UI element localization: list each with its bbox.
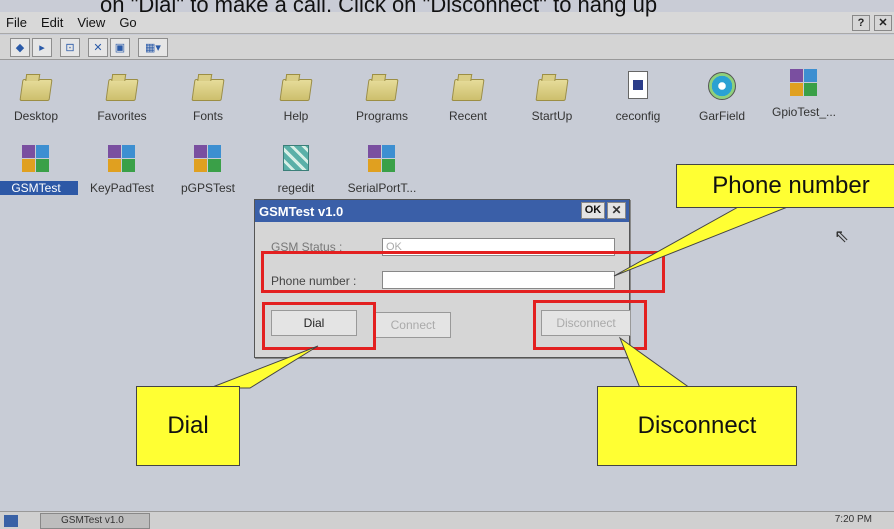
taskbar-clock: 7:20 PM	[834, 514, 872, 525]
icon-label: KeyPadTest	[89, 181, 155, 195]
application-icon	[787, 67, 821, 99]
desktop-item-gsmtest[interactable]: GSMTest	[0, 143, 78, 195]
document-icon	[621, 71, 655, 103]
icon-label: GpioTest_...	[771, 105, 837, 119]
disc-app-icon	[705, 71, 739, 103]
application-icon	[365, 143, 399, 175]
icon-label: ceconfig	[615, 109, 661, 123]
forward-icon[interactable]: ▸	[32, 37, 52, 57]
icon-label: Fonts	[192, 109, 223, 123]
application-icon	[19, 143, 53, 175]
icon-label: Favorites	[97, 109, 147, 123]
menu-edit[interactable]: Edit	[41, 15, 63, 30]
folder-icon	[105, 71, 139, 103]
icon-label: GarField	[698, 109, 745, 123]
desktop-folder-recent[interactable]: Recent	[426, 71, 510, 123]
desktop-item-regedit[interactable]: regedit	[254, 143, 338, 195]
toolbar: ◆ ▸ ⊡ ✕ ▣ ▦▾	[0, 35, 894, 60]
icon-label: Help	[283, 109, 309, 123]
desktop-item-serialporttest[interactable]: SerialPortT...	[340, 143, 424, 195]
folder-icon	[191, 71, 225, 103]
folder-icon	[365, 71, 399, 103]
delete-icon[interactable]: ✕	[88, 37, 108, 57]
icon-label: SerialPortT...	[347, 181, 417, 195]
disconnect-highlight	[533, 300, 647, 350]
folder-icon	[451, 71, 485, 103]
icon-label: Desktop	[13, 109, 59, 123]
dialog-ok-button[interactable]: OK	[581, 202, 605, 219]
dialog-title-bar: GSMTest v1.0 OK ✕	[255, 200, 629, 222]
icon-label: GSMTest	[0, 181, 78, 195]
icon-label: Programs	[355, 109, 408, 123]
icon-label: regedit	[277, 181, 315, 195]
application-icon	[191, 143, 225, 175]
icon-label: Recent	[448, 109, 488, 123]
properties-icon[interactable]: ▣	[110, 37, 130, 57]
icon-label: StartUp	[531, 109, 573, 123]
desktop-folder-favorites[interactable]: Favorites	[80, 71, 164, 123]
icon-label: pGPSTest	[180, 181, 236, 195]
phone-number-callout: Phone number	[676, 164, 894, 208]
desktop-folder-startup[interactable]: StartUp	[510, 71, 594, 123]
dialog-close-button[interactable]: ✕	[607, 202, 626, 219]
registry-icon	[279, 143, 313, 175]
instruction-caption: on "Dial" to make a call. Click on "Disc…	[100, 0, 658, 17]
taskbar-gsmtest-button[interactable]: GSMTest v1.0	[40, 513, 150, 529]
desktop-folder-programs[interactable]: Programs	[340, 71, 424, 123]
desktop-item-gpiotest[interactable]: GpioTest_...	[762, 67, 846, 119]
up-folder-icon[interactable]: ⊡	[60, 37, 80, 57]
folder-icon	[19, 71, 53, 103]
phone-number-highlight	[261, 251, 665, 293]
dial-highlight	[262, 302, 376, 350]
dial-callout: Dial	[136, 386, 240, 466]
back-icon[interactable]: ◆	[10, 37, 30, 57]
window-close-button[interactable]: ✕	[874, 15, 892, 31]
desktop-folder-desktop[interactable]: Desktop	[0, 71, 78, 123]
pointer-cursor-icon: ⇖	[834, 226, 850, 246]
desktop-folder-fonts[interactable]: Fonts	[166, 71, 250, 123]
desktop-item-pgpstest[interactable]: pGPSTest	[166, 143, 250, 195]
dialog-title: GSMTest v1.0	[259, 203, 344, 219]
menu-file[interactable]: File	[6, 15, 27, 30]
folder-icon	[279, 71, 313, 103]
views-icon[interactable]: ▦▾	[138, 37, 168, 57]
taskbar: GSMTest v1.0 7:20 PM	[0, 511, 894, 529]
desktop-folder-help[interactable]: Help	[254, 71, 338, 123]
start-icon[interactable]	[4, 515, 18, 527]
desktop-item-garfield[interactable]: GarField	[680, 71, 764, 123]
desktop-item-keypadtest[interactable]: KeyPadTest	[80, 143, 164, 195]
disconnect-callout: Disconnect	[597, 386, 797, 466]
connect-button[interactable]: Connect	[375, 312, 451, 338]
application-icon	[105, 143, 139, 175]
desktop-item-ceconfig[interactable]: ceconfig	[596, 71, 680, 123]
help-button[interactable]: ?	[852, 15, 870, 31]
folder-icon	[535, 71, 569, 103]
